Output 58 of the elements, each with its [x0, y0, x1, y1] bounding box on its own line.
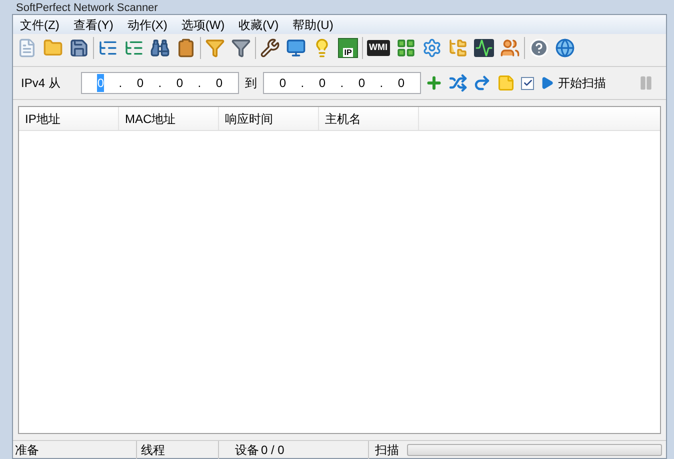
scan-label: 扫描: [374, 442, 400, 458]
start-scan-button[interactable]: 开始扫描: [536, 74, 610, 92]
ip-from-field[interactable]: 0 . 0 . 0 . 0: [81, 72, 239, 94]
menu-item[interactable]: 查看(Y): [73, 16, 114, 34]
threads-label: 线程: [137, 440, 219, 458]
devices-label: 设备: [234, 442, 260, 458]
clipboard-icon[interactable]: [176, 38, 196, 58]
new-file-icon[interactable]: [17, 38, 37, 58]
column-header[interactable]: 主机名: [319, 107, 419, 130]
monitor-icon[interactable]: [286, 38, 306, 58]
octet-value: 0: [279, 75, 286, 92]
menu-item[interactable]: 文件(Z): [20, 16, 60, 34]
column-header[interactable]: MAC地址: [119, 107, 219, 130]
column-header[interactable]: IP地址: [19, 107, 119, 130]
status-text: 准备: [13, 440, 137, 458]
octet-value: 0: [358, 75, 366, 92]
column-header[interactable]: 响应时间: [219, 107, 319, 130]
octet-separator: .: [340, 75, 344, 92]
octet-separator: .: [158, 75, 162, 92]
devices-count: 0 / 0: [261, 440, 369, 458]
ip-to-field[interactable]: 0 . 0 . 0 . 0: [263, 72, 421, 94]
octet-value: 0: [176, 75, 184, 92]
folder-tree-icon[interactable]: [448, 38, 468, 58]
folder-icon[interactable]: [43, 38, 63, 58]
help-icon[interactable]: [528, 38, 548, 58]
curved-arrow-icon[interactable]: [473, 74, 491, 92]
wrench-icon[interactable]: [260, 38, 280, 58]
octet-separator: .: [118, 75, 122, 92]
ipv4-label: IPv4 从: [21, 75, 62, 92]
title-text: SoftPerfect Network Scanner: [16, 2, 158, 14]
menu-item[interactable]: 帮助(U): [292, 16, 334, 34]
octet-separator: .: [380, 75, 384, 92]
option-checkbox[interactable]: [521, 76, 534, 90]
menu-item[interactable]: 收藏(V): [238, 16, 279, 34]
octet-value: 0: [97, 74, 104, 92]
add-icon[interactable]: [425, 74, 443, 92]
shuffle-icon[interactable]: [449, 74, 467, 92]
users-icon[interactable]: [500, 38, 520, 58]
pulse-monitor-icon[interactable]: [474, 39, 494, 57]
globe-icon[interactable]: [554, 38, 574, 58]
octet-separator: .: [198, 75, 202, 92]
binoculars-icon[interactable]: [150, 38, 170, 58]
octet-value: 0: [216, 75, 223, 92]
menu-item[interactable]: 选项(W): [181, 16, 225, 34]
save-icon[interactable]: [69, 38, 89, 58]
wmi-icon[interactable]: WMI: [367, 40, 390, 56]
network-card-icon[interactable]: IP: [338, 38, 358, 58]
filter-icon[interactable]: [205, 38, 225, 58]
to-label: 到: [245, 75, 257, 92]
menu-item[interactable]: 动作(X): [127, 16, 168, 34]
play-icon: [540, 76, 554, 90]
octet-separator: .: [300, 75, 304, 92]
octet-value: 0: [398, 75, 405, 92]
octet-value: 0: [318, 75, 326, 92]
gear-icon[interactable]: [422, 38, 442, 58]
filter-icon[interactable]: [231, 38, 251, 58]
octet-value: 0: [136, 75, 144, 92]
blocks-icon[interactable]: [396, 38, 416, 58]
